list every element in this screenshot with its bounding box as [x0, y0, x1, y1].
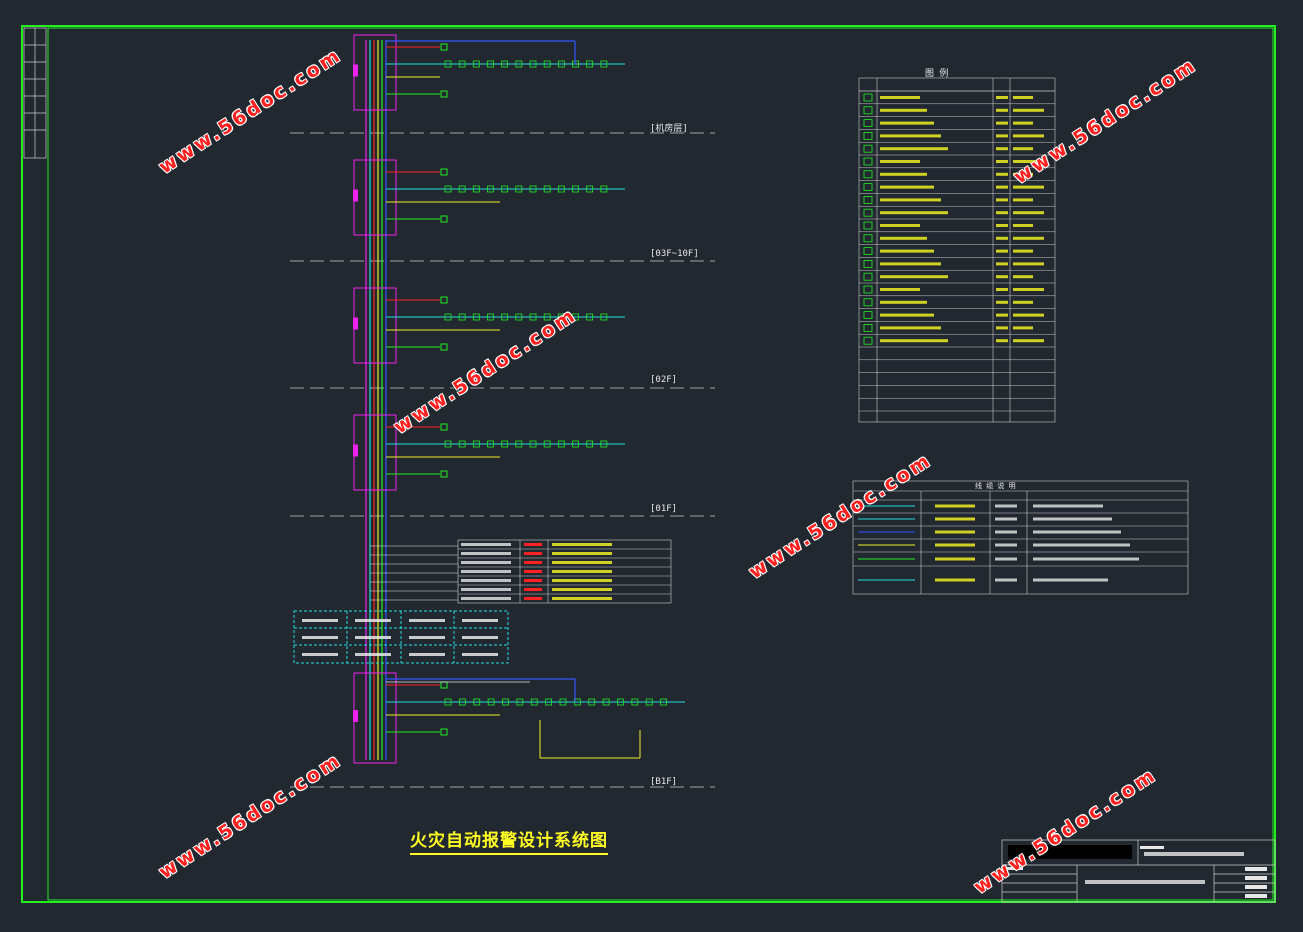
floor-label-b1f: [B1F] [650, 777, 678, 787]
floor-branch-1 [353, 159, 625, 236]
floor-branch-2 [353, 287, 625, 364]
outer-frame [21, 25, 1276, 903]
floor-label-03f-10f: [03F~10F] [650, 249, 699, 259]
floor-branches [353, 34, 685, 764]
cable-table [852, 480, 1189, 595]
legend-heading: 图 例 [925, 69, 949, 79]
floor-branch-4 [353, 672, 685, 764]
floor-label-01f: [01F] [650, 504, 678, 514]
cable-heading: 线 缆 说 明 [975, 482, 1016, 490]
inner-frame [47, 27, 1274, 901]
risers [365, 40, 387, 760]
binding-strip [23, 27, 47, 159]
drawing-title: 火灾自动报警设计系统图 [410, 826, 608, 855]
controller-labels [302, 619, 498, 656]
floor-label-machine-room: [机房层] [650, 124, 688, 134]
legend-rows [859, 90, 1055, 412]
floor-branch-0 [353, 34, 625, 111]
cable-schedule-text [461, 543, 612, 600]
floor-label-02f: [02F] [650, 375, 678, 385]
cable-rows [858, 504, 1139, 582]
